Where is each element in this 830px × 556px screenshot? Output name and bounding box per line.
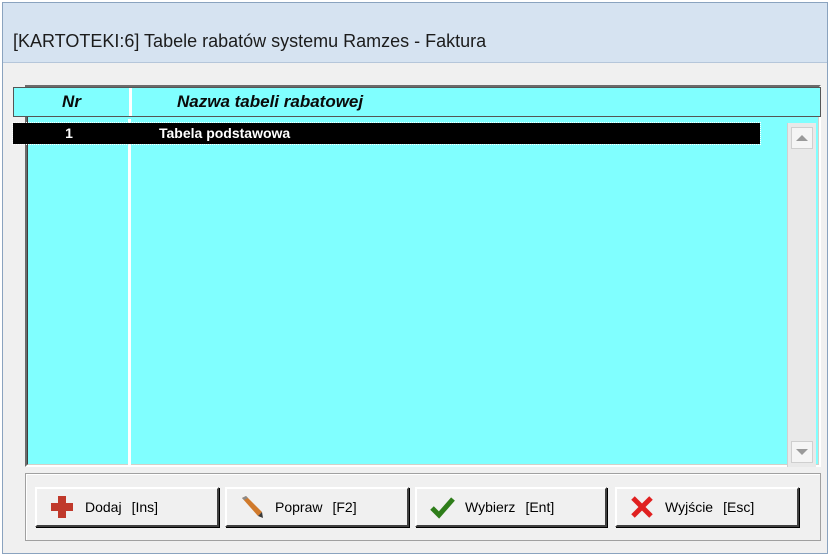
exit-button-label: Wyjście [665,499,714,515]
pencil-icon [239,494,265,520]
vertical-scrollbar[interactable] [787,123,816,467]
window-title: [KARTOTEKI:6] Tabele rabatów systemu Ram… [13,31,487,51]
column-header-nr[interactable]: Nr [14,88,132,116]
row-name: Tabela podstawowa [159,125,291,141]
table-row[interactable]: 1 Tabela podstawowa [12,122,761,145]
edit-button-label: Popraw [275,499,323,515]
row-nr: 1 [65,125,73,141]
checkmark-icon [429,494,455,520]
scroll-down-button[interactable] [791,441,813,463]
add-button[interactable]: Dodaj [Ins] [35,487,219,527]
edit-button[interactable]: Popraw [F2] [225,487,409,527]
select-button-label: Wybierz [465,499,516,515]
arrow-up-icon [796,135,808,141]
list-body[interactable]: 1 Tabela podstawowa [12,119,787,465]
close-icon [629,494,655,520]
column-divider [128,119,131,465]
button-panel: Dodaj [Ins] Popraw [F2] Wybierz [Ent] Wy… [25,473,821,541]
add-button-shortcut: [Ins] [131,499,159,515]
column-header-name[interactable]: Nazwa tabeli rabatowej [132,88,363,116]
exit-button[interactable]: Wyjście [Esc] [615,487,799,527]
select-button[interactable]: Wybierz [Ent] [415,487,607,527]
select-button-shortcut: [Ent] [525,499,555,515]
title-bar[interactable]: [KARTOTEKI:6] Tabele rabatów systemu Ram… [3,3,827,63]
arrow-down-icon [796,449,808,455]
app-window: [KARTOTEKI:6] Tabele rabatów systemu Ram… [2,2,828,554]
plus-icon [49,494,75,520]
list-header: Nr Nazwa tabeli rabatowej [13,87,821,117]
add-button-label: Dodaj [85,499,122,515]
scroll-up-button[interactable] [791,127,813,149]
window-client-area: Nr Nazwa tabeli rabatowej 1 Tabela podst… [3,63,827,553]
edit-button-shortcut: [F2] [332,499,357,515]
exit-button-shortcut: [Esc] [723,499,755,515]
